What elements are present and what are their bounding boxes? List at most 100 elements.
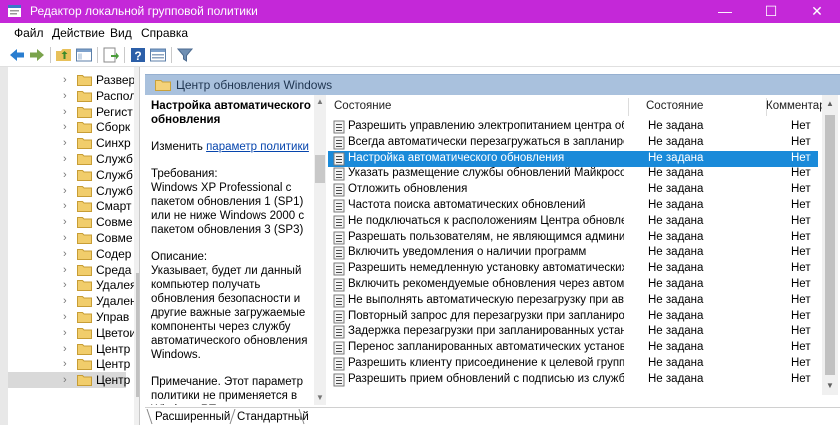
tree-item[interactable]: › Синхр <box>8 135 131 151</box>
list-row[interactable]: Отложить обновления Не задана Нет <box>328 182 818 198</box>
maximize-button[interactable]: ☐ <box>748 0 794 23</box>
tree-item-label: Центр <box>96 357 131 372</box>
list-row[interactable]: Указать размещение службы обновлений Май… <box>328 166 818 182</box>
expand-chevron-icon[interactable]: › <box>63 200 73 212</box>
expand-chevron-icon[interactable]: › <box>63 169 73 181</box>
policy-setting-icon <box>333 310 345 324</box>
tree-item[interactable]: › Служб <box>8 167 133 183</box>
extended-view-icon[interactable] <box>149 46 167 64</box>
expand-chevron-icon[interactable]: › <box>63 185 73 197</box>
list-scrollbar[interactable]: ▲ ▼ <box>822 95 838 395</box>
expand-chevron-icon[interactable]: › <box>63 153 73 165</box>
list-row[interactable]: Разрешить прием обновлений с подписью из… <box>328 372 818 388</box>
scroll-down-icon[interactable]: ▼ <box>315 393 325 402</box>
filter-icon[interactable] <box>176 46 194 64</box>
tree-item[interactable]: › Удалея <box>8 277 137 293</box>
tree-item[interactable]: › Совме <box>8 214 133 230</box>
tree-item[interactable]: › Удален <box>8 293 137 309</box>
expand-chevron-icon[interactable]: › <box>63 374 73 386</box>
tree-item[interactable]: › Регист <box>8 104 133 120</box>
list-row[interactable]: Не выполнять автоматическую перезагрузку… <box>328 293 818 309</box>
list-row[interactable]: Не подключаться к расположениям Центра о… <box>328 214 818 230</box>
close-button[interactable]: ✕ <box>794 0 840 23</box>
list-scroll-thumb[interactable] <box>825 115 835 375</box>
tree-item[interactable]: › Смарт <box>8 198 132 214</box>
tree-item[interactable]: › Сборк <box>8 119 130 135</box>
tree-item[interactable]: › Среда <box>8 262 131 278</box>
list-row[interactable]: Частота поиска автоматических обновлений… <box>328 198 818 214</box>
tab-extended[interactable]: Расширенный <box>155 411 230 423</box>
expand-chevron-icon[interactable]: › <box>63 137 73 149</box>
column-header-name[interactable]: Состояние <box>334 95 624 117</box>
tree-item[interactable]: › Управ <box>8 309 129 325</box>
expand-chevron-icon[interactable]: › <box>63 90 73 102</box>
setting-comment: Нет <box>791 167 811 180</box>
tree-item[interactable]: › Цветои <box>8 325 136 341</box>
expand-chevron-icon[interactable]: › <box>63 327 73 339</box>
edit-policy-link[interactable]: параметр политики <box>206 141 309 153</box>
setting-comment: Нет <box>791 372 811 385</box>
column-header-state[interactable]: Состояние <box>646 95 766 117</box>
expand-chevron-icon[interactable]: › <box>63 343 73 355</box>
list-row[interactable]: Включить уведомления о наличии программ Н… <box>328 245 818 261</box>
expand-chevron-icon[interactable]: › <box>63 216 73 228</box>
setting-state: Не задана <box>648 183 704 196</box>
tree-item[interactable]: › Служб <box>8 151 133 167</box>
export-list-icon[interactable] <box>102 46 120 64</box>
expand-chevron-icon[interactable]: › <box>63 295 73 307</box>
description-panel: Настройка автоматического обновления Изм… <box>151 99 311 405</box>
expand-chevron-icon[interactable]: › <box>63 232 73 244</box>
tree-item[interactable]: › Центр <box>8 341 130 357</box>
list-row[interactable]: Разрешить клиенту присоединение к целево… <box>328 356 818 372</box>
minimize-button[interactable]: — <box>702 0 748 23</box>
setting-name: Повторный запрос для перезагрузки при за… <box>348 309 624 322</box>
tree-item[interactable]: › Совме <box>8 230 133 246</box>
menu-action[interactable]: Действие <box>52 26 105 40</box>
column-separator[interactable] <box>628 98 629 116</box>
list-row[interactable]: Разрешить немедленную установку автомати… <box>328 261 818 277</box>
expand-chevron-icon[interactable]: › <box>63 121 73 133</box>
description-scrollbar[interactable]: ▲ ▼ <box>314 95 326 405</box>
tree-pane: › Развер › Распол › Регист › Сборк › Синхр › Служб ›… <box>8 67 140 425</box>
list-row[interactable]: Настройка автоматического обновления Не з… <box>328 150 818 167</box>
tree-item[interactable]: › Служб <box>8 183 133 199</box>
column-header-comment[interactable]: Комментар <box>766 95 822 117</box>
menu-view[interactable]: Вид <box>110 26 132 40</box>
list-row[interactable]: Повторный запрос для перезагрузки при за… <box>328 309 818 325</box>
edit-prefix: Изменить <box>151 141 207 153</box>
tree-item[interactable]: › Распол <box>8 88 136 104</box>
scroll-up-icon[interactable]: ▲ <box>315 97 325 106</box>
forward-arrow-icon[interactable] <box>28 46 46 64</box>
tree-item[interactable]: › Центр <box>8 356 130 372</box>
expand-chevron-icon[interactable]: › <box>63 264 73 276</box>
tree-item-label: Смарт <box>96 199 132 214</box>
expand-chevron-icon[interactable]: › <box>63 74 73 86</box>
folder-icon <box>77 122 92 134</box>
expand-chevron-icon[interactable]: › <box>63 358 73 370</box>
list-row[interactable]: Задержка перезагрузки при запланированны… <box>328 324 818 340</box>
scroll-down-icon[interactable]: ▼ <box>822 381 838 390</box>
list-row[interactable]: Разрешить управлению электропитанием цен… <box>328 119 818 135</box>
requirements-text: Требования: Windows XP Professional с па… <box>151 168 305 236</box>
tree-item[interactable]: › Содер <box>8 246 131 262</box>
scroll-up-icon[interactable]: ▲ <box>822 99 838 108</box>
list-row[interactable]: Всегда автоматически перезагружаться в з… <box>328 135 818 151</box>
expand-chevron-icon[interactable]: › <box>63 279 73 291</box>
expand-chevron-icon[interactable]: › <box>63 106 73 118</box>
tree-item[interactable]: › Развер <box>8 72 135 88</box>
tree-item[interactable]: › Центр <box>8 372 130 389</box>
menu-file[interactable]: Файл <box>14 26 44 40</box>
expand-chevron-icon[interactable]: › <box>63 248 73 260</box>
menu-help[interactable]: Справка <box>141 26 188 40</box>
list-row[interactable]: Включить рекомендуемые обновления через … <box>328 277 818 293</box>
show-hide-tree-icon[interactable] <box>75 46 93 64</box>
back-arrow-icon[interactable] <box>8 46 26 64</box>
help-icon[interactable]: ? <box>129 46 147 64</box>
list-row[interactable]: Разрешать пользователям, не являющимся а… <box>328 230 818 246</box>
up-folder-icon[interactable] <box>55 46 73 64</box>
window-title: Редактор локальной групповой политики <box>30 4 258 18</box>
description-scroll-thumb[interactable] <box>315 155 325 183</box>
policy-editor-icon <box>8 5 21 17</box>
expand-chevron-icon[interactable]: › <box>63 311 73 323</box>
list-row[interactable]: Перенос запланированных автоматических у… <box>328 340 818 356</box>
